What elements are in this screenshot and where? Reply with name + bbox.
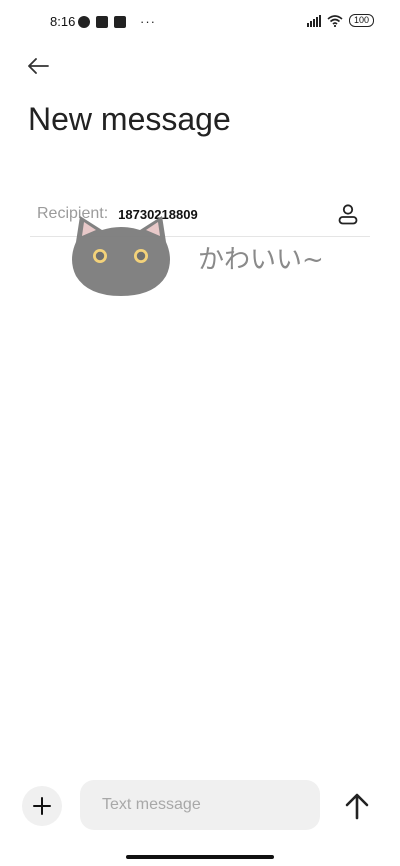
plus-icon [33,797,51,815]
add-attachment-button[interactable] [22,786,62,826]
message-input[interactable] [80,796,320,814]
upload-icon [114,15,126,28]
sticker-text: かわいい~ [198,245,324,275]
message-field[interactable] [80,780,320,830]
notification-icons: ··· [78,14,156,29]
battery-indicator: 100 [348,14,374,27]
status-time: 8:16 [50,14,76,29]
add-contact-button[interactable] [336,202,360,226]
arrow-up-icon [345,793,369,820]
signal-icon [306,14,321,27]
status-bar: 8:16 ··· 100 [0,0,400,44]
back-button[interactable] [24,52,52,80]
data-saver-icon [78,15,90,28]
page-title: New message [28,101,231,137]
person-icon [338,204,358,225]
new-message-screen: 8:16 ··· 100 New message Recipient: 1873… [0,0,400,866]
more-notifications-icon: ··· [140,14,156,29]
send-button[interactable] [344,792,370,820]
wifi-icon [327,14,343,27]
home-indicator[interactable] [126,855,274,859]
sticker-caption: かわいい~ [198,245,324,275]
cat-face-icon [72,216,170,296]
app-notification-icon [96,15,108,28]
arrow-left-icon [28,58,49,74]
system-icons: 100 [306,14,374,27]
